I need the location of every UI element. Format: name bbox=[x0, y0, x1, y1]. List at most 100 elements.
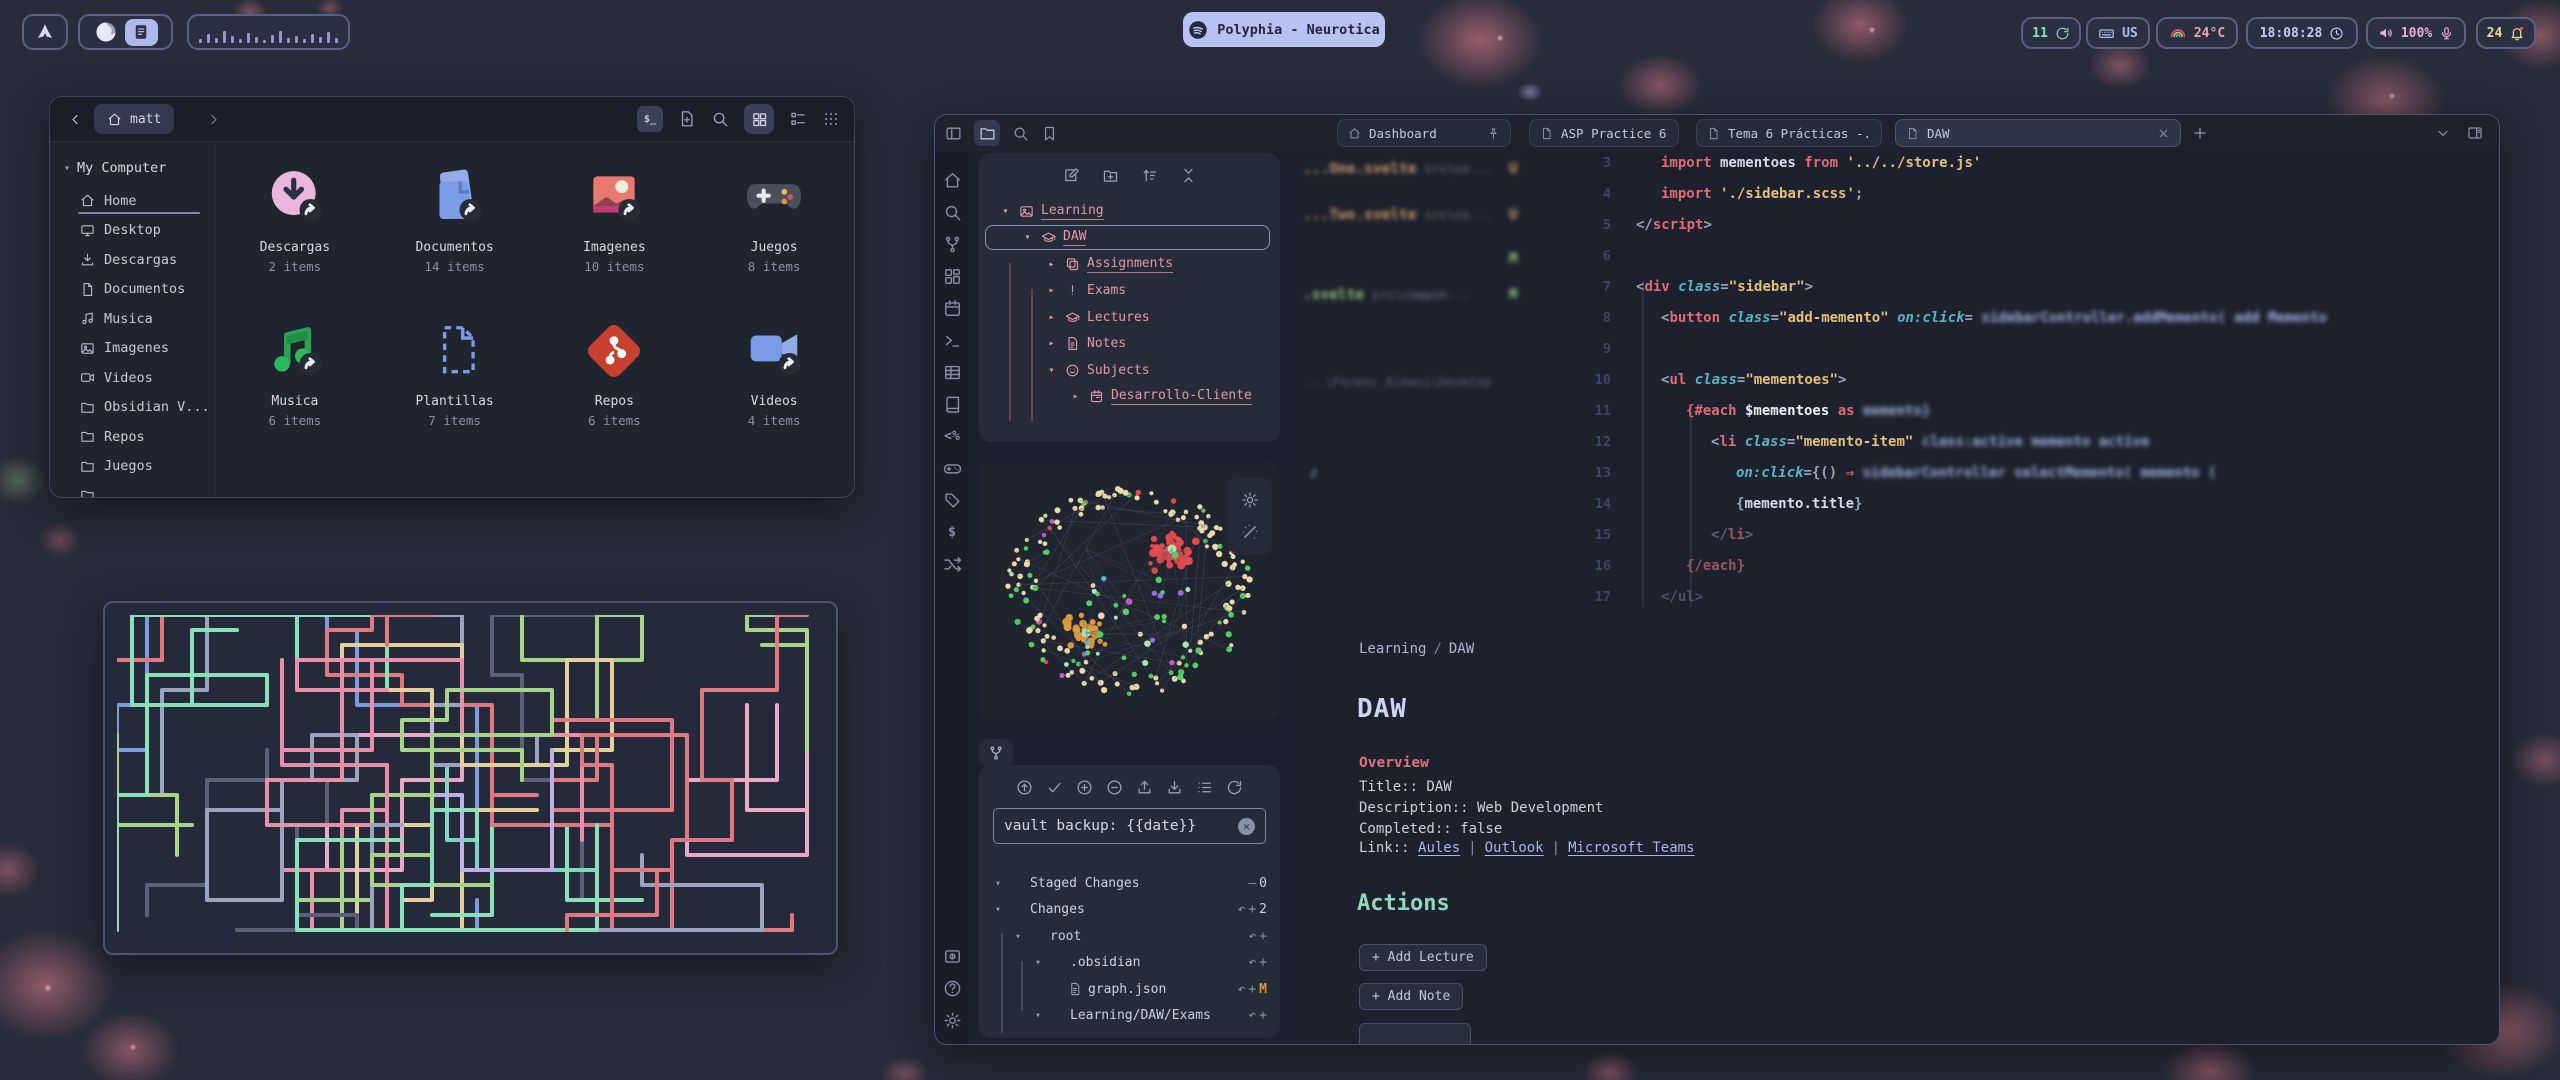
git-row-controls[interactable]: — 0 bbox=[1248, 876, 1267, 891]
explorer-tree-item[interactable]: ▸ Notes bbox=[987, 331, 1272, 358]
back-button[interactable] bbox=[62, 106, 88, 132]
search-view-button[interactable] bbox=[1012, 125, 1029, 142]
git-tree-row[interactable]: ▾ Staged Changes — 0 bbox=[992, 870, 1267, 897]
commit-message-input[interactable]: vault backup: {{date}} ✕ bbox=[993, 808, 1266, 844]
settings-button[interactable] bbox=[943, 1011, 962, 1030]
toggle-left-sidebar-button[interactable] bbox=[945, 125, 962, 142]
tab-dashboard[interactable]: Dashboard bbox=[1337, 119, 1511, 147]
close-tab-icon[interactable] bbox=[2157, 127, 2170, 140]
fm-sidebar-item[interactable]: Musica bbox=[50, 304, 214, 334]
chevron-icon[interactable]: ▸ bbox=[1069, 391, 1082, 402]
editor-pane[interactable]: ...One.svelte src\co... U ...Two.svelte … bbox=[1291, 151, 2499, 1044]
tray-clock[interactable]: 18:08:28 bbox=[2246, 17, 2358, 49]
fm-grid-item[interactable]: Repos 6 items bbox=[535, 320, 695, 474]
graph-view-button[interactable] bbox=[943, 235, 962, 254]
fm-sidebar-item[interactable]: Desktop bbox=[50, 216, 214, 246]
compact-view-button[interactable] bbox=[822, 110, 840, 128]
breadcrumb-current[interactable]: DAW bbox=[1449, 641, 1474, 657]
git-tree-row[interactable]: ▾ .obsidian ↶ + bbox=[992, 950, 1267, 977]
fm-sidebar-item[interactable]: Descargas bbox=[50, 245, 214, 275]
tab-tema6[interactable]: Tema 6 Prácticas -... bbox=[1696, 119, 1882, 147]
git-row-controls[interactable]: ↶ + bbox=[1248, 1008, 1267, 1023]
git-tree-row[interactable]: ▾ root ↶ + bbox=[992, 923, 1267, 950]
tab-daw[interactable]: DAW bbox=[1895, 119, 2181, 147]
fm-grid-item[interactable]: Videos 4 items bbox=[694, 320, 854, 474]
fm-sidebar-item[interactable]: Documentos bbox=[50, 275, 214, 305]
toggle-right-sidebar-button[interactable] bbox=[2467, 125, 2483, 141]
now-playing[interactable]: Polyphia - Neurotica bbox=[1183, 12, 1385, 47]
chevron-icon[interactable]: ▾ bbox=[1021, 232, 1034, 243]
tab-asp-practice[interactable]: ASP Practice 6 bbox=[1529, 119, 1679, 147]
fm-sidebar-item[interactable]: Videos bbox=[50, 363, 214, 393]
graph-settings-button[interactable] bbox=[1241, 491, 1259, 509]
chevron-icon[interactable]: ▾ bbox=[999, 206, 1012, 217]
note-action-button[interactable]: + Add Lecture bbox=[1359, 944, 1487, 971]
tray-weather[interactable]: 24°C bbox=[2156, 17, 2238, 49]
tags-button[interactable] bbox=[943, 491, 962, 510]
open-terminal-button[interactable]: $_ bbox=[637, 106, 663, 132]
git-row-controls[interactable]: ↶ + bbox=[1248, 955, 1267, 970]
launcher-button[interactable] bbox=[22, 14, 68, 50]
git-commit-button[interactable] bbox=[1046, 779, 1063, 796]
link-teams[interactable]: Microsoft Teams bbox=[1568, 840, 1694, 856]
dashboard-button[interactable] bbox=[943, 267, 962, 286]
git-unstage-all-button[interactable] bbox=[1106, 779, 1123, 796]
git-commit-push-button[interactable] bbox=[1016, 779, 1033, 796]
fm-grid-item[interactable]: Descargas 2 items bbox=[215, 166, 375, 320]
chevron-icon[interactable]: ▸ bbox=[1045, 259, 1058, 270]
git-row-controls[interactable]: ↶ + bbox=[1248, 929, 1267, 944]
explorer-tree-item[interactable]: ▾ Learning bbox=[987, 198, 1272, 225]
breadcrumb-parent[interactable]: Learning bbox=[1359, 641, 1426, 657]
fm-sidebar-item[interactable]: Imagenes bbox=[50, 334, 214, 364]
fm-sidebar-item[interactable]: Repos bbox=[50, 422, 214, 452]
git-tree-row[interactable]: ▾ Changes ↶ + 2 bbox=[992, 897, 1267, 924]
fm-grid-item[interactable]: Plantillas 7 items bbox=[375, 320, 535, 474]
games-button[interactable] bbox=[943, 459, 962, 478]
chevron-icon[interactable]: ▸ bbox=[1045, 285, 1058, 296]
files-view-button[interactable] bbox=[974, 120, 1000, 146]
git-row-controls[interactable]: ↶ + M bbox=[1238, 982, 1267, 997]
git-branch-pill[interactable] bbox=[979, 739, 1013, 766]
fm-sidebar-item[interactable]: Home bbox=[50, 186, 214, 216]
explorer-tree-item[interactable]: ▸ Lectures bbox=[987, 304, 1272, 331]
graph-filter-button[interactable] bbox=[1241, 523, 1259, 541]
tab-list-button[interactable] bbox=[2435, 125, 2451, 141]
forward-button[interactable] bbox=[200, 106, 226, 132]
new-file-button[interactable] bbox=[678, 110, 696, 128]
breadcrumb[interactable]: matt bbox=[94, 104, 174, 134]
git-tree-row[interactable]: graph.json ↶ + M bbox=[992, 976, 1267, 1003]
calendar-button[interactable] bbox=[943, 299, 962, 318]
git-push-button[interactable] bbox=[1136, 779, 1153, 796]
fm-sidebar-item[interactable]: Obsidian V... bbox=[50, 393, 214, 423]
explorer-tree-item[interactable]: ▾ DAW bbox=[987, 225, 1272, 252]
bookmarks-view-button[interactable] bbox=[1041, 125, 1058, 142]
new-folder-button[interactable] bbox=[1102, 167, 1119, 184]
git-stage-all-button[interactable] bbox=[1076, 779, 1093, 796]
tray-audio[interactable]: 100% bbox=[2366, 17, 2466, 49]
chevron-icon[interactable]: ▾ bbox=[1045, 365, 1058, 376]
chevron-icon[interactable]: ▸ bbox=[1045, 338, 1058, 349]
fm-grid-item[interactable]: Juegos 8 items bbox=[694, 166, 854, 320]
search-ribbon-button[interactable] bbox=[943, 203, 962, 222]
search-button[interactable] bbox=[711, 110, 729, 128]
taskbar-apps[interactable] bbox=[78, 14, 173, 50]
active-app-badge[interactable] bbox=[125, 19, 158, 46]
fm-grid-item[interactable]: Documentos 14 items bbox=[375, 166, 535, 320]
tray-notifications[interactable]: 24 bbox=[2476, 17, 2536, 49]
git-layout-button[interactable] bbox=[1196, 779, 1213, 796]
tray-updates[interactable]: 11 bbox=[2021, 17, 2081, 49]
clear-commit-message-button[interactable]: ✕ bbox=[1238, 818, 1255, 835]
sort-button[interactable] bbox=[1141, 167, 1158, 184]
table-button[interactable] bbox=[943, 363, 962, 382]
templater-button[interactable]: <% bbox=[944, 427, 960, 446]
note-breadcrumb[interactable]: Learning/DAW bbox=[1359, 641, 1474, 657]
git-row-controls[interactable]: ↶ + 2 bbox=[1238, 902, 1267, 917]
link-outlook[interactable]: Outlook bbox=[1485, 840, 1544, 856]
explorer-tree-item[interactable]: ▾ Subjects bbox=[987, 357, 1272, 384]
grid-view-button[interactable] bbox=[744, 104, 774, 134]
help-button[interactable] bbox=[943, 979, 962, 998]
fm-grid-item[interactable]: Imagenes 10 items bbox=[535, 166, 695, 320]
explorer-tree-item[interactable]: ▸ Assignments bbox=[987, 251, 1272, 278]
explorer-tree-item[interactable]: ▸ Exams bbox=[987, 278, 1272, 305]
new-note-button[interactable] bbox=[1063, 167, 1080, 184]
